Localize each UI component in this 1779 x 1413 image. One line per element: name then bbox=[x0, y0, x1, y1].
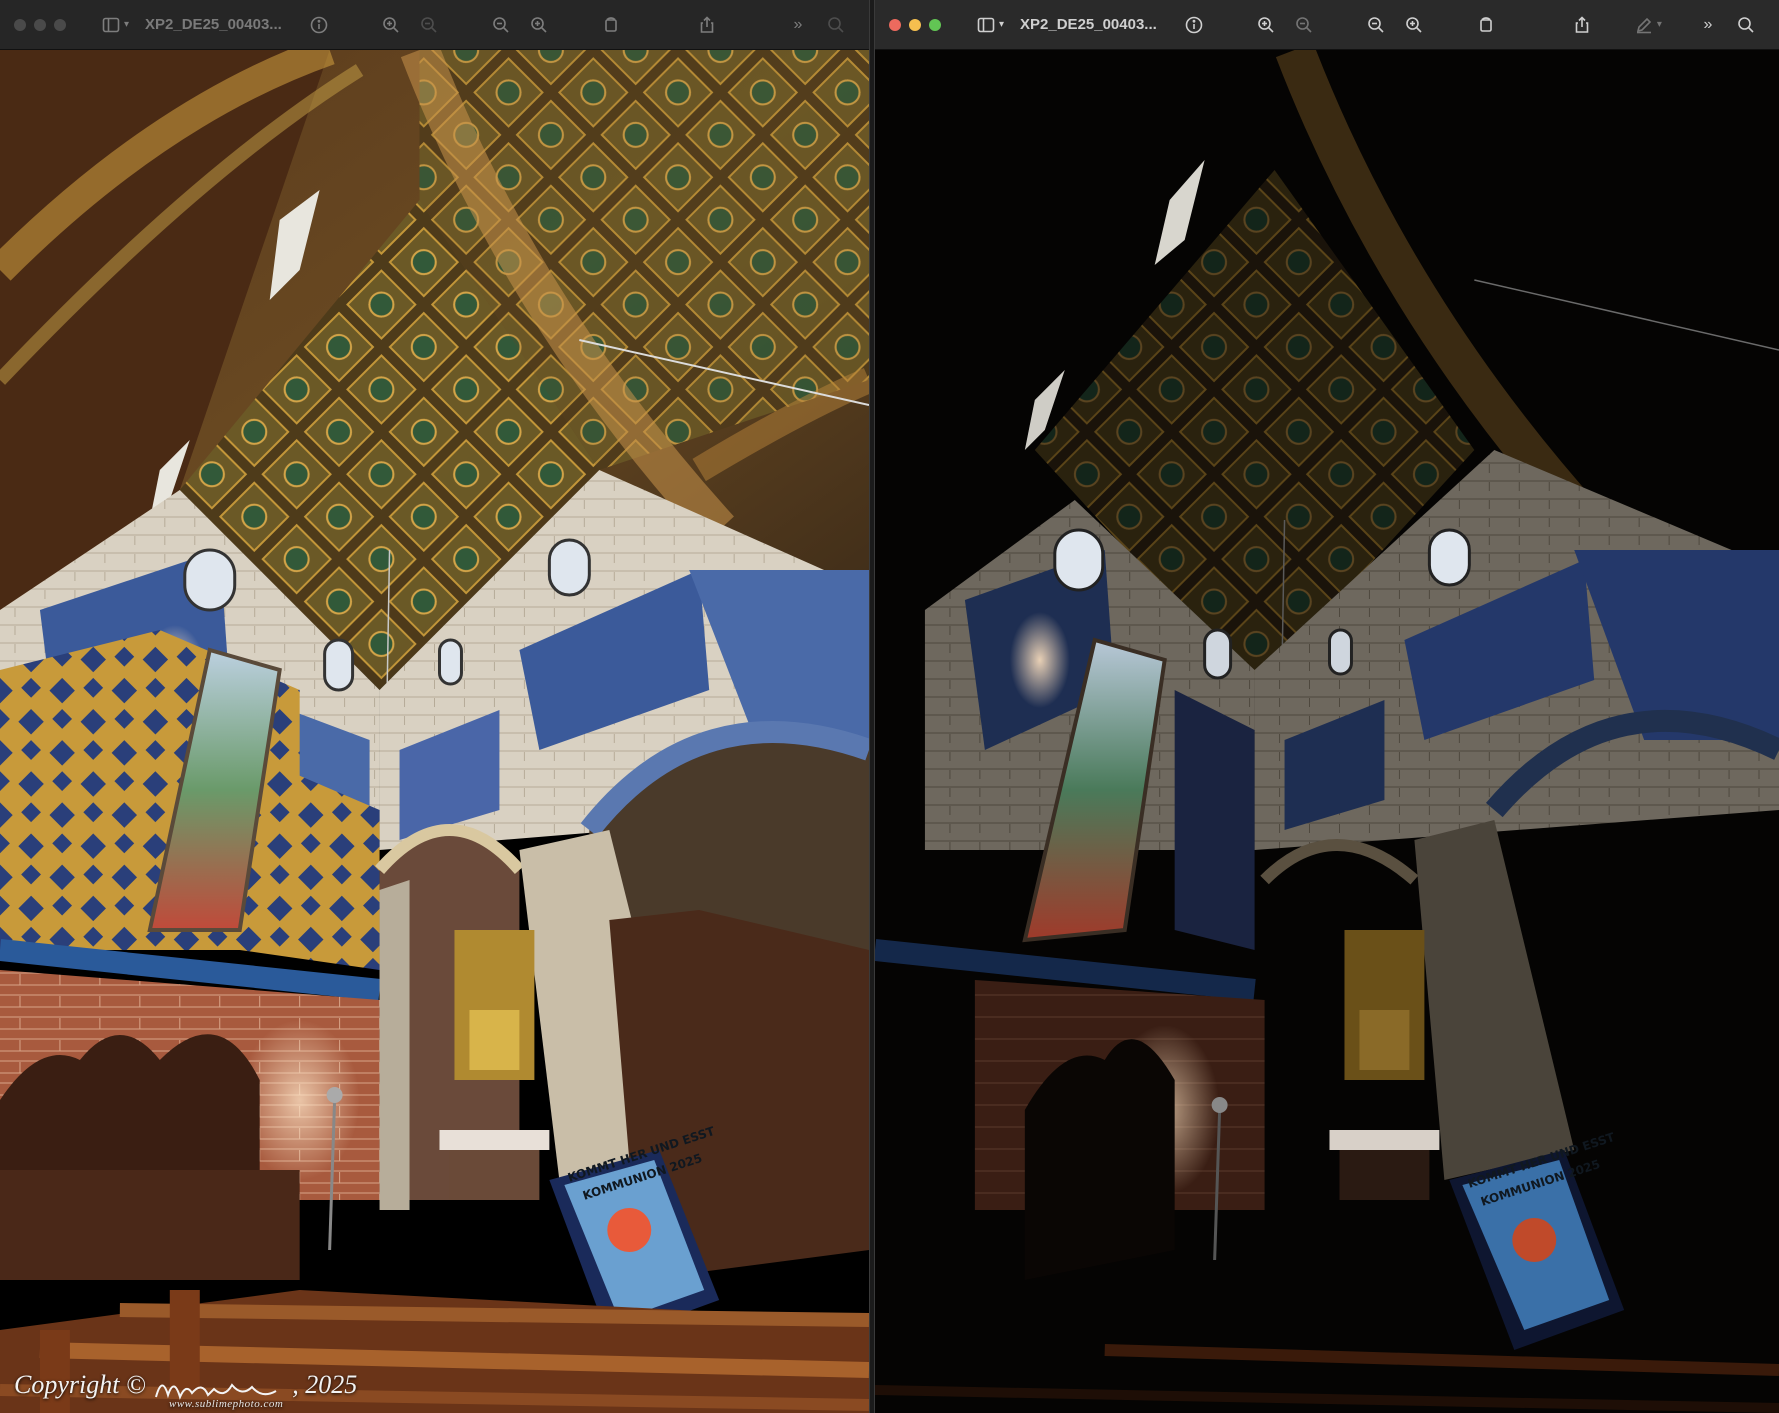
zoom-in-icon[interactable] bbox=[380, 14, 402, 36]
church-interior-photo-right: KOMMT HER UND ESST KOMMUNION 2025 bbox=[875, 50, 1779, 1413]
more-icon[interactable]: » bbox=[1697, 14, 1719, 36]
minimize-button[interactable] bbox=[909, 18, 921, 31]
sidebar-icon[interactable] bbox=[975, 14, 997, 36]
zoom-out-icon[interactable] bbox=[418, 14, 440, 36]
markup-icon[interactable] bbox=[1633, 14, 1655, 36]
search-icon[interactable] bbox=[1735, 14, 1757, 36]
zoom-out-icon[interactable] bbox=[1293, 14, 1315, 36]
window-title: XP2_DE25_00403... bbox=[1020, 16, 1157, 33]
signature-mark bbox=[152, 1373, 292, 1401]
window-title: XP2_DE25_00403... bbox=[145, 16, 282, 33]
copyright-text: Copyright © bbox=[14, 1369, 146, 1399]
zoom-in-icon[interactable] bbox=[1255, 14, 1277, 36]
copyright-year: , 2025 bbox=[292, 1369, 358, 1399]
zoom-out-icon[interactable] bbox=[1365, 14, 1387, 36]
share-icon[interactable] bbox=[696, 14, 718, 36]
photo-bright: KOMMT HER UND ESST KOMMUNION 2025 bbox=[0, 50, 869, 1413]
preview-window-right[interactable]: ▾ XP2_DE25_00403... ▾ » KOMMT HER UND ES… bbox=[874, 0, 1779, 1413]
photo-dark: KOMMT HER UND ESST KOMMUNION 2025 bbox=[875, 50, 1779, 1413]
zoom-button[interactable] bbox=[54, 18, 66, 31]
info-icon[interactable] bbox=[1183, 14, 1205, 36]
rotate-icon[interactable] bbox=[600, 14, 622, 36]
close-button[interactable] bbox=[14, 18, 26, 31]
watermark-url: www.sublimephoto.com bbox=[169, 1397, 284, 1410]
traffic-lights[interactable] bbox=[14, 18, 66, 31]
zoom-in-icon[interactable] bbox=[528, 14, 550, 36]
more-icon[interactable]: » bbox=[787, 14, 809, 36]
chevron-down-icon[interactable]: ▾ bbox=[999, 19, 1004, 30]
zoom-in-icon[interactable] bbox=[1403, 14, 1425, 36]
titlebar-left[interactable]: ▾ XP2_DE25_00403... » bbox=[0, 0, 869, 50]
minimize-button[interactable] bbox=[34, 18, 46, 31]
info-icon[interactable] bbox=[308, 14, 330, 36]
desktop: ▾ XP2_DE25_00403... » KOMMT HER UND ESST… bbox=[0, 0, 1779, 1413]
preview-window-left[interactable]: ▾ XP2_DE25_00403... » KOMMT HER UND ESST… bbox=[0, 0, 870, 1413]
chevron-down-icon[interactable]: ▾ bbox=[1657, 19, 1662, 30]
chevron-down-icon[interactable]: ▾ bbox=[124, 19, 129, 30]
traffic-lights[interactable] bbox=[889, 18, 941, 31]
titlebar-right[interactable]: ▾ XP2_DE25_00403... ▾ » bbox=[875, 0, 1779, 50]
rotate-icon[interactable] bbox=[1475, 14, 1497, 36]
search-icon[interactable] bbox=[825, 14, 847, 36]
zoom-button[interactable] bbox=[929, 18, 941, 31]
church-interior-photo-left: KOMMT HER UND ESST KOMMUNION 2025 Copyri… bbox=[0, 50, 869, 1413]
share-icon[interactable] bbox=[1571, 14, 1593, 36]
sidebar-icon[interactable] bbox=[100, 14, 122, 36]
close-button[interactable] bbox=[889, 18, 901, 31]
copyright-watermark: Copyright © , 2025 www.sublimephoto.com bbox=[14, 1369, 358, 1410]
zoom-out-icon[interactable] bbox=[490, 14, 512, 36]
